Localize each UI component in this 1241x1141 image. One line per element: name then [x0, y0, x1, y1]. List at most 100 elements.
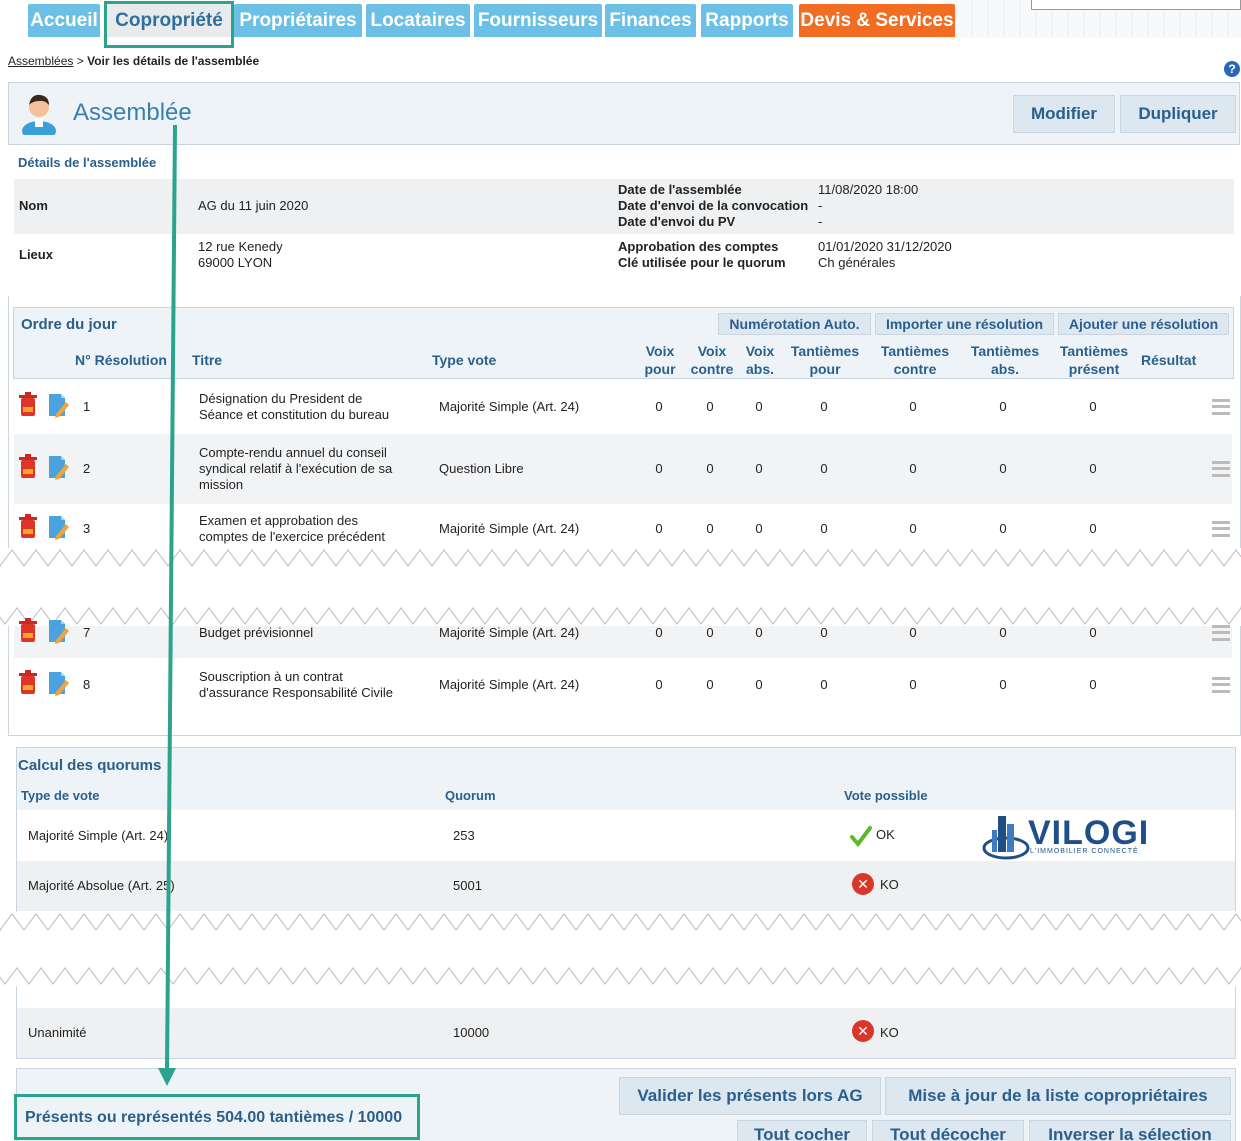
place-line2: 69000 LYON	[198, 255, 273, 270]
validate-presents-button[interactable]: Valider les présents lors AG	[619, 1077, 881, 1115]
quorum-row	[17, 861, 1235, 911]
top-right-box	[1031, 0, 1241, 10]
trash-icon[interactable]	[18, 670, 38, 696]
agenda-row	[14, 504, 1232, 554]
vote-value: 0	[706, 399, 714, 414]
tab-locataires[interactable]: Locataires	[366, 4, 470, 37]
agenda-row	[14, 381, 1232, 433]
edit-icon[interactable]	[48, 618, 70, 644]
name-label: Nom	[19, 198, 48, 213]
resolution-vote-type: Majorité Simple (Art. 24)	[439, 625, 580, 640]
presents-highlight-box: Présents ou représentés 504.00 tantièmes…	[14, 1094, 420, 1140]
trash-icon[interactable]	[18, 514, 38, 540]
col-result: Résultat	[1141, 352, 1197, 368]
add-resolution-button[interactable]: Ajouter une résolution	[1058, 313, 1229, 335]
tab-fournisseurs[interactable]: Fournisseurs	[474, 4, 602, 37]
vote-value: 0	[999, 677, 1007, 692]
vote-value: 0	[999, 521, 1007, 536]
drag-handle-icon[interactable]	[1212, 399, 1230, 415]
col-tantiemes-pour: Tantièmes pour	[790, 343, 860, 377]
vote-value: 0	[706, 677, 714, 692]
vote-value: 0	[820, 677, 828, 692]
vote-value: 0	[1089, 521, 1097, 536]
assembly-header: Assemblée Modifier Dupliquer	[8, 82, 1240, 145]
quorum-col-quorum: Quorum	[445, 788, 496, 803]
vote-value: 0	[755, 399, 763, 414]
tab-rapports[interactable]: Rapports	[701, 4, 793, 37]
tab-devis-services[interactable]: Devis & Services	[799, 4, 955, 37]
vote-value: 0	[999, 399, 1007, 414]
tab-proprietaires[interactable]: Propriétaires	[234, 4, 362, 37]
vote-value: 0	[820, 461, 828, 476]
vote-value: 0	[820, 625, 828, 640]
vote-value: 0	[820, 521, 828, 536]
vote-value: 0	[909, 625, 917, 640]
resolution-number: 7	[83, 625, 91, 640]
col-type: Type vote	[432, 352, 497, 368]
check-all-button[interactable]: Tout cocher	[737, 1120, 867, 1141]
torn-edge-agenda	[0, 548, 1241, 626]
edit-icon[interactable]	[48, 392, 70, 418]
drag-handle-icon[interactable]	[1212, 521, 1230, 537]
duplicate-button[interactable]: Dupliquer	[1120, 95, 1236, 133]
quorum-type: Majorité Simple (Art. 24)	[28, 828, 169, 843]
approval-label: Approbation des comptes	[618, 239, 779, 254]
edit-button[interactable]: Modifier	[1013, 95, 1115, 133]
agenda-row	[14, 659, 1232, 711]
drag-handle-icon[interactable]	[1212, 461, 1230, 477]
vilogi-logo: VILOGI L'IMMOBILIER CONNECTÉ	[982, 810, 1152, 864]
edit-icon[interactable]	[48, 670, 70, 696]
agenda-row	[14, 434, 1232, 504]
edit-icon[interactable]	[48, 514, 70, 540]
vote-value: 0	[706, 461, 714, 476]
resolution-number: 1	[83, 399, 91, 414]
trash-icon[interactable]	[18, 618, 38, 644]
active-tab-highlight	[104, 1, 234, 48]
top-nav: Accueil Copropriété Propriétaires Locata…	[0, 0, 1241, 48]
vote-value: 0	[755, 625, 763, 640]
vote-value: 0	[999, 625, 1007, 640]
resolution-number: 3	[83, 521, 91, 536]
resolution-vote-type: Majorité Simple (Art. 24)	[439, 399, 580, 414]
pv-label: Date d'envoi du PV	[618, 214, 736, 229]
quorum-status: OK	[876, 827, 895, 842]
invert-selection-button[interactable]: Inverser la sélection	[1029, 1120, 1231, 1141]
details-section-title: Détails de l'assemblée	[18, 155, 157, 170]
vote-value: 0	[706, 521, 714, 536]
quorum-key-label: Clé utilisée pour le quorum	[618, 255, 786, 270]
resolution-title: Souscription à un contrat d'assurance Res…	[199, 669, 393, 700]
uncheck-all-button[interactable]: Tout décocher	[872, 1120, 1024, 1141]
check-icon	[850, 826, 872, 847]
vote-value: 0	[655, 625, 663, 640]
breadcrumb-link-assemblees[interactable]: Assemblées	[8, 54, 73, 68]
drag-handle-icon[interactable]	[1212, 677, 1230, 693]
col-tantiemes-present: Tantièmes présent	[1059, 343, 1129, 377]
resolution-title: Compte-rendu annuel du conseil syndical r…	[199, 445, 393, 492]
quorum-title: Calcul des quorums	[18, 757, 162, 774]
quorum-key-value: Ch générales	[818, 255, 896, 270]
help-icon[interactable]: ?	[1224, 61, 1240, 77]
quorum-status: KO	[880, 877, 899, 892]
import-resolution-button[interactable]: Importer une résolution	[875, 313, 1054, 335]
tab-finances[interactable]: Finances	[605, 4, 696, 37]
vote-value: 0	[706, 625, 714, 640]
tab-accueil[interactable]: Accueil	[28, 4, 100, 37]
trash-icon[interactable]	[18, 392, 38, 418]
cross-icon: ✕	[852, 873, 874, 895]
convocation-label: Date d'envoi de la convocation	[618, 198, 809, 213]
col-voix-abs: Voix abs.	[745, 343, 775, 377]
breadcrumb: Assemblées > Voir les détails de l'assem…	[8, 54, 259, 68]
vote-value: 0	[909, 677, 917, 692]
auto-number-button[interactable]: Numérotation Auto.	[718, 313, 871, 335]
date-label: Date de l'assemblée	[618, 182, 742, 197]
breadcrumb-separator: >	[76, 54, 84, 68]
update-owners-button[interactable]: Mise à jour de la liste copropriétaires	[885, 1077, 1231, 1115]
edit-icon[interactable]	[48, 454, 70, 480]
vote-value: 0	[755, 521, 763, 536]
approval-value: 01/01/2020 31/12/2020	[818, 239, 952, 254]
col-voix-pour: Voix pour	[644, 343, 676, 377]
quorum-type: Majorité Absolue (Art. 25)	[28, 878, 175, 893]
cross-icon: ✕	[852, 1020, 874, 1042]
drag-handle-icon[interactable]	[1212, 625, 1230, 641]
trash-icon[interactable]	[18, 454, 38, 480]
